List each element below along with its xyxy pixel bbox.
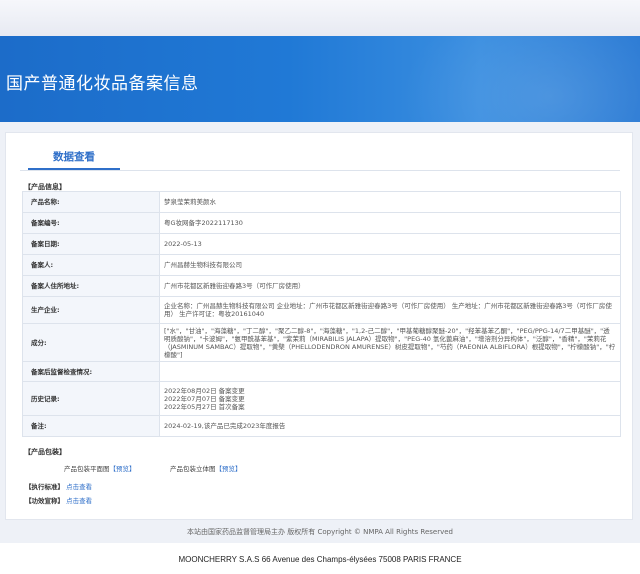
- registrant-value: 广州昌赫生物科技有限公司: [159, 254, 621, 276]
- brand-address: MOONCHERRY S.A.S 66 Avenue des Champs-él…: [178, 555, 462, 564]
- row-label: 备案日期:: [22, 233, 160, 255]
- package-flat-label: 产品包装平面图: [64, 465, 110, 473]
- standard-row: 【执行标准】 点击查看: [25, 481, 92, 491]
- section-standard: 【执行标准】: [25, 483, 64, 491]
- package-solid-label: 产品包装立体图: [170, 465, 216, 473]
- section-product-package: 【产品包装】: [24, 448, 66, 456]
- package-solid: 产品包装立体图【预览】: [170, 463, 242, 473]
- content-card: 数据查看 【产品信息】 产品名称: 梦泉莹茉莉美颜水 备案编号: 粤G妆网备字2…: [5, 132, 633, 520]
- tab-divider: [20, 170, 620, 171]
- table-row: 生产企业: 企业名称：广州昌赫生物科技有限公司 企业地址：广州市花都区新雅街迎春…: [22, 296, 621, 324]
- manufacturer-value: 企业名称：广州昌赫生物科技有限公司 企业地址：广州市花都区新雅街迎春路3号（可作…: [159, 296, 621, 324]
- top-strip: [0, 0, 640, 36]
- standard-view-link[interactable]: 点击查看: [66, 483, 92, 491]
- row-label: 备案后监督检查情况:: [22, 361, 160, 382]
- remark-value: 2024-02-19,该产品已完成2023年度报告: [159, 415, 621, 437]
- package-flat: 产品包装平面图【预览】: [64, 463, 136, 473]
- inspection-value: [159, 361, 621, 382]
- table-row: 备案编号: 粤G妆网备字2022117130: [22, 212, 621, 234]
- record-number-value: 粤G妆网备字2022117130: [159, 212, 621, 234]
- table-row: 备案后监督检查情况:: [22, 361, 621, 382]
- table-row: 备案人: 广州昌赫生物科技有限公司: [22, 254, 621, 276]
- row-label: 生产企业:: [22, 296, 160, 324]
- package-solid-preview-link[interactable]: 【预览】: [216, 465, 242, 473]
- page-title: 国产普通化妆品备案信息: [6, 74, 199, 94]
- product-name-value: 梦泉莹茉莉美颜水: [159, 191, 621, 213]
- package-flat-preview-link[interactable]: 【预览】: [110, 465, 136, 473]
- header-banner: 国产普通化妆品备案信息: [0, 36, 640, 122]
- row-label: 备案编号:: [22, 212, 160, 234]
- row-label: 备案人:: [22, 254, 160, 276]
- table-row: 备案日期: 2022-05-13: [22, 233, 621, 255]
- ingredients-value: ["水"，"甘油"，"海藻糖"，"丁二醇"，"聚乙二醇-8"，"海藻糖"，"1,…: [159, 323, 621, 362]
- table-row: 备注: 2024-02-19,该产品已完成2023年度报告: [22, 415, 621, 437]
- tab-data-view[interactable]: 数据查看: [28, 145, 120, 170]
- product-info-table: 产品名称: 梦泉莹茉莉美颜水 备案编号: 粤G妆网备字2022117130 备案…: [22, 191, 621, 437]
- table-row: 历史记录: 2022年08月02日 备案变更 2022年07月07日 备案变更 …: [22, 381, 621, 416]
- history-entry: 2022年07月07日 备案变更: [164, 394, 245, 403]
- record-date-value: 2022-05-13: [159, 233, 621, 255]
- row-label: 成分:: [22, 323, 160, 362]
- table-row: 产品名称: 梦泉莹茉莉美颜水: [22, 191, 621, 213]
- history-value: 2022年08月02日 备案变更 2022年07月07日 备案变更 2022年0…: [159, 381, 621, 416]
- history-entry: 2022年08月02日 备案变更: [164, 386, 245, 395]
- efficacy-row: 【功效宣称】 点击查看: [25, 495, 92, 505]
- row-label: 历史记录:: [22, 381, 160, 416]
- row-label: 备注:: [22, 415, 160, 437]
- row-label: 产品名称:: [22, 191, 160, 213]
- copyright-text: 本站由国家药品监督管理局主办 版权所有 Copyright © NMPA All…: [187, 528, 453, 536]
- table-row: 备案人住所地址: 广州市花都区新雅街迎春路3号（可作厂房使用）: [22, 275, 621, 297]
- section-efficacy: 【功效宣称】: [25, 497, 64, 505]
- efficacy-view-link[interactable]: 点击查看: [66, 497, 92, 505]
- row-label: 备案人住所地址:: [22, 275, 160, 297]
- history-entry: 2022年05月27日 首次备案: [164, 402, 245, 411]
- table-row: 成分: ["水"，"甘油"，"海藻糖"，"丁二醇"，"聚乙二醇-8"，"海藻糖"…: [22, 323, 621, 362]
- registrant-address-value: 广州市花都区新雅街迎春路3号（可作厂房使用）: [159, 275, 621, 297]
